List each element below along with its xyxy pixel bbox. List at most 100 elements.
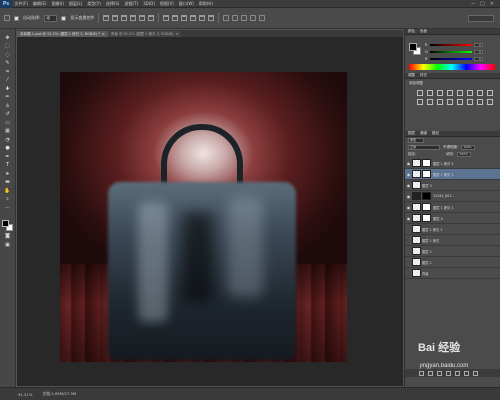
color-swatches[interactable] [1, 219, 14, 232]
layer-thumbnail[interactable] [412, 225, 421, 233]
dodge-tool-icon[interactable]: ● [4, 146, 12, 153]
layer-name[interactable]: 图层 1 拷贝 5 [433, 161, 454, 166]
tab-channels[interactable]: 通道 [420, 131, 427, 136]
crop-tool-icon[interactable]: ⌗ [4, 69, 12, 76]
fill-input[interactable]: 100% [457, 152, 472, 157]
photo-filter-icon[interactable] [417, 99, 423, 105]
path-select-tool-icon[interactable]: ➤ [4, 171, 12, 178]
layer-name[interactable]: 图层 1 拷贝 3 [433, 172, 454, 177]
hand-tool-icon[interactable]: ✋ [4, 188, 12, 195]
type-tool-icon[interactable]: T [4, 163, 12, 170]
history-brush-tool-icon[interactable]: ↺ [4, 112, 12, 119]
distribute-vcenter-icon[interactable] [172, 15, 179, 21]
distribute-bottom-icon[interactable] [181, 15, 188, 21]
brush-tool-icon[interactable]: ✏ [4, 95, 12, 102]
minimize-button[interactable]: − [471, 1, 475, 7]
layer-name[interactable]: 12345_007... [433, 194, 455, 198]
menu-select[interactable]: 选择(S) [103, 1, 122, 7]
lasso-tool-icon[interactable]: ◌ [4, 52, 12, 59]
tab-layers[interactable]: 图层 [408, 131, 415, 136]
layer-thumbnail[interactable] [412, 269, 421, 277]
layer-row[interactable]: 图层 1 拷贝 [405, 235, 500, 246]
opacity-input[interactable]: 100% [461, 145, 476, 150]
menu-type[interactable]: 类型(Y) [85, 1, 104, 7]
distribute-top-icon[interactable] [163, 15, 170, 21]
menu-filter[interactable]: 滤镜(T) [122, 1, 141, 7]
layer-thumbnail[interactable] [412, 214, 421, 222]
shape-tool-icon[interactable]: ▬ [4, 180, 12, 187]
layer-mask-thumbnail[interactable] [422, 203, 431, 211]
layer-mask-thumbnail[interactable] [422, 159, 431, 167]
align-bottom-icon[interactable] [121, 15, 128, 21]
tab-close-icon[interactable]: × [175, 32, 178, 36]
layer-row[interactable]: ◉ 图层 3 [405, 180, 500, 191]
vibrance-icon[interactable] [457, 90, 463, 96]
layer-thumbnail[interactable] [412, 247, 421, 255]
red-slider[interactable] [430, 44, 472, 46]
more-tools-icon[interactable]: ⋯ [4, 205, 12, 212]
zoom-level[interactable]: 91.21% [18, 392, 32, 397]
move-tool-preset-icon[interactable] [4, 15, 10, 21]
eraser-tool-icon[interactable]: ▭ [4, 120, 12, 127]
visibility-eye-icon[interactable]: ◉ [405, 205, 412, 210]
blend-mode-dropdown[interactable]: 正常 [408, 145, 440, 150]
color-spectrum-bar[interactable] [409, 64, 495, 70]
canvas-area[interactable] [17, 37, 403, 386]
layer-row[interactable]: ◉ 图层 1 拷贝 4 [405, 202, 500, 213]
layer-row[interactable]: 图层 1 拷贝 2 [405, 224, 500, 235]
menu-file[interactable]: 文件(F) [12, 1, 30, 7]
quick-mask-icon[interactable]: ◙ [4, 234, 12, 241]
layer-row[interactable]: ◉ 图层 1 拷贝 5 [405, 158, 500, 169]
visibility-eye-icon[interactable]: ◉ [405, 172, 412, 177]
layer-row[interactable]: ◉ 12345_007... [405, 191, 500, 202]
posterize-icon[interactable] [457, 99, 463, 105]
exposure-icon[interactable] [447, 90, 453, 96]
tab-adjustments[interactable]: 调整 [408, 73, 415, 78]
curves-icon[interactable] [437, 90, 443, 96]
quick-select-tool-icon[interactable]: ✎ [4, 61, 12, 68]
zoom-tool-icon[interactable]: ⌕ [4, 197, 12, 204]
3d-roll-icon[interactable] [232, 15, 239, 21]
red-value[interactable]: 0 [474, 43, 483, 47]
threshold-icon[interactable] [467, 99, 473, 105]
layer-row[interactable]: 图层 2 [405, 246, 500, 257]
layer-thumbnail[interactable] [412, 181, 421, 189]
artboard-image[interactable] [60, 72, 347, 362]
menu-edit[interactable]: 编辑(E) [30, 1, 49, 7]
auto-select-checkbox[interactable] [14, 15, 19, 21]
gradient-tool-icon[interactable]: ▦ [4, 129, 12, 136]
distribute-right-icon[interactable] [208, 15, 215, 21]
blur-tool-icon[interactable]: ◔ [4, 137, 12, 144]
layer-thumbnail[interactable] [412, 170, 421, 178]
3d-scale-icon[interactable] [259, 15, 266, 21]
layer-name[interactable]: 背景 [422, 271, 429, 276]
black-white-icon[interactable] [487, 90, 493, 96]
tab-color[interactable]: 颜色 [408, 29, 415, 34]
menu-view[interactable]: 视图(V) [157, 1, 176, 7]
menu-layer[interactable]: 图层(L) [66, 1, 84, 7]
3d-drag-icon[interactable] [241, 15, 248, 21]
blue-slider[interactable] [430, 58, 472, 60]
visibility-eye-icon[interactable]: ◉ [405, 194, 412, 199]
layer-name[interactable]: 图层 1 拷贝 2 [422, 227, 443, 232]
layer-name[interactable]: 图层 3 [422, 183, 432, 188]
align-vcenter-icon[interactable] [112, 15, 119, 21]
layer-name[interactable]: 图层 1 拷贝 [422, 238, 439, 243]
blue-value[interactable]: 0 [474, 57, 483, 61]
layer-mask-thumbnail[interactable] [422, 192, 431, 200]
invert-icon[interactable] [447, 99, 453, 105]
brightness-contrast-icon[interactable] [417, 90, 423, 96]
layer-row[interactable]: ◉ 图层 4 [405, 213, 500, 224]
layer-thumbnail[interactable] [412, 236, 421, 244]
color-lookup-icon[interactable] [437, 99, 443, 105]
auto-select-dropdown[interactable]: 组 [44, 14, 58, 22]
screen-mode-icon[interactable]: ▣ [4, 242, 12, 249]
foreground-color-swatch[interactable] [1, 219, 9, 227]
eyedropper-tool-icon[interactable]: ⁄ [4, 78, 12, 85]
tab-paths[interactable]: 路径 [432, 131, 439, 136]
marquee-tool-icon[interactable]: ⬚ [4, 44, 12, 51]
align-hcenter-icon[interactable] [139, 15, 146, 21]
color-balance-icon[interactable] [477, 90, 483, 96]
distribute-left-icon[interactable] [190, 15, 197, 21]
green-value[interactable]: 0 [474, 50, 483, 54]
